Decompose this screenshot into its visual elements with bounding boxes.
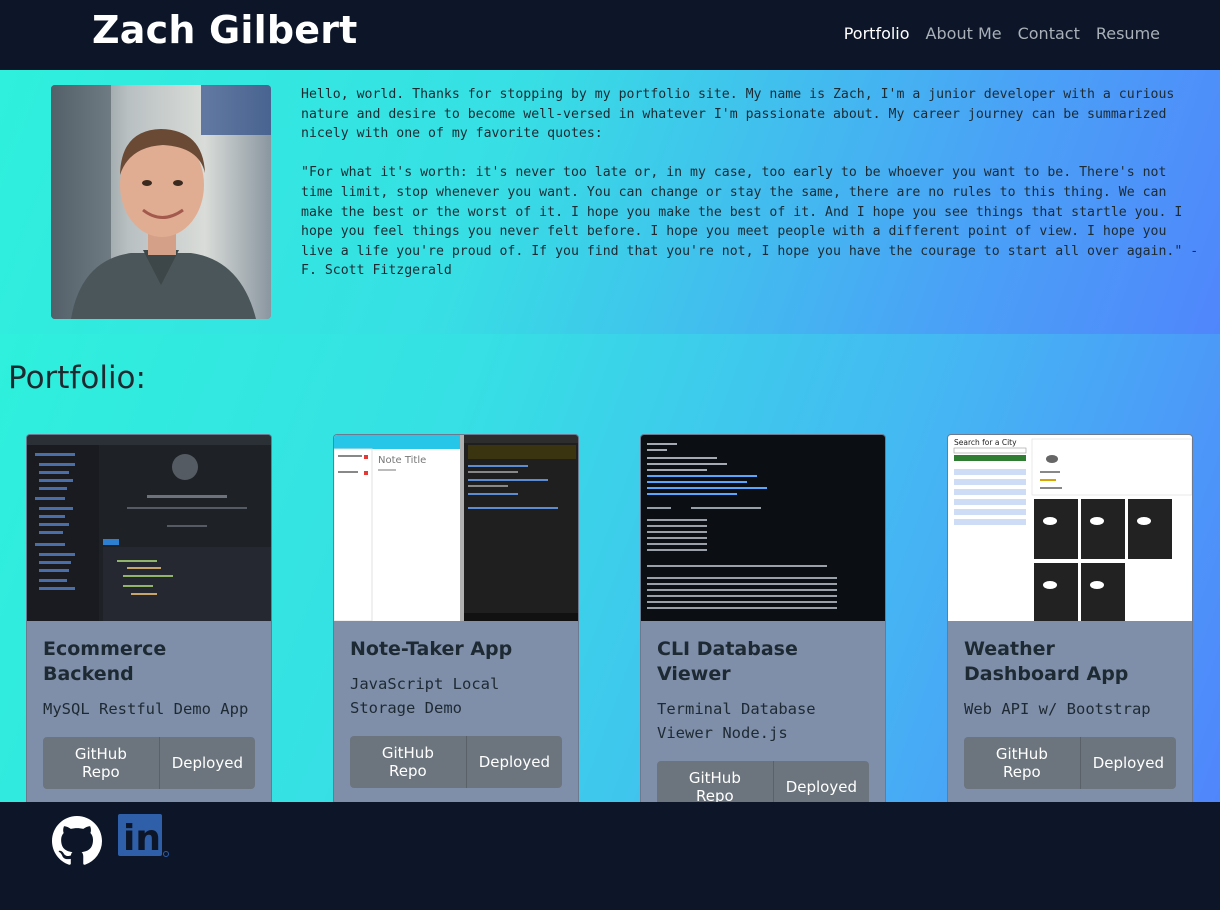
navbar: Zach Gilbert Portfolio About Me Contact … [0, 0, 1220, 70]
note-title-text: Note Title [378, 455, 426, 466]
nav-links: Portfolio About Me Contact Resume [828, 24, 1160, 43]
card-body: CLI Database Viewer Terminal Database Vi… [641, 621, 885, 829]
nav-portfolio[interactable]: Portfolio [844, 24, 910, 43]
portfolio-heading: Portfolio: [8, 360, 146, 396]
github-repo-button[interactable]: GitHub Repo [964, 737, 1081, 789]
card-body: Weather Dashboard App Web API w/ Bootstr… [948, 621, 1192, 805]
about-section: Hello, world. Thanks for stopping by my … [0, 70, 1220, 334]
deployed-button[interactable]: Deployed [159, 737, 255, 789]
nav-contact[interactable]: Contact [1018, 24, 1080, 43]
profile-photo [51, 85, 271, 319]
card-title: Weather Dashboard App [964, 638, 1129, 685]
deployed-button[interactable]: Deployed [1080, 737, 1176, 789]
github-icon[interactable] [52, 816, 102, 866]
nav-about-me[interactable]: About Me [926, 24, 1002, 43]
card-title: Note-Taker App [350, 638, 513, 660]
footer: in [0, 802, 1220, 910]
weather-search-text: Search for a City [954, 438, 1017, 447]
card-text: JavaScript Local Storage Demo [350, 675, 500, 717]
nav-resume[interactable]: Resume [1096, 24, 1160, 43]
card-body: Note-Taker App JavaScript Local Storage … [334, 621, 578, 804]
card-body: Ecommerce Backend MySQL Restful Demo App… [27, 621, 271, 805]
project-card-ecommerce: Ecommerce Backend MySQL Restful Demo App… [26, 434, 272, 806]
quote-paragraph: "For what it's worth: it's never too lat… [301, 165, 1199, 279]
card-button-group: GitHub Repo Deployed [43, 737, 255, 789]
intro-paragraph: Hello, world. Thanks for stopping by my … [301, 87, 1175, 142]
linkedin-icon[interactable]: in [118, 814, 170, 860]
github-repo-button[interactable]: GitHub Repo [43, 737, 160, 789]
project-card-cli-database: CLI Database Viewer Terminal Database Vi… [640, 434, 886, 830]
card-title: Ecommerce Backend [43, 638, 167, 685]
project-card-note-taker: Note Title Note-Taker App JavaScript Loc… [333, 434, 579, 805]
project-screenshot: Search for a City [948, 435, 1192, 621]
card-button-group: GitHub Repo Deployed [964, 737, 1176, 789]
card-text: MySQL Restful Demo App [43, 700, 249, 718]
about-text: Hello, world. Thanks for stopping by my … [301, 85, 1201, 281]
linkedin-logo-text: in [123, 818, 161, 859]
project-card-weather: Search for a City Weather Dashboard App … [947, 434, 1193, 806]
project-screenshot: Note Title [334, 435, 578, 621]
card-title: CLI Database Viewer [657, 638, 798, 685]
github-repo-button[interactable]: GitHub Repo [350, 736, 467, 788]
portfolio-section: Portfolio: Ecommerce Backend MySQL Restf… [0, 334, 1220, 830]
deployed-button[interactable]: Deployed [466, 736, 562, 788]
card-text: Terminal Database Viewer Node.js [657, 700, 816, 742]
project-screenshot [27, 435, 271, 621]
card-button-group: GitHub Repo Deployed [350, 736, 562, 788]
card-text: Web API w/ Bootstrap [964, 700, 1151, 718]
site-brand[interactable]: Zach Gilbert [92, 8, 358, 52]
project-screenshot [641, 435, 885, 621]
